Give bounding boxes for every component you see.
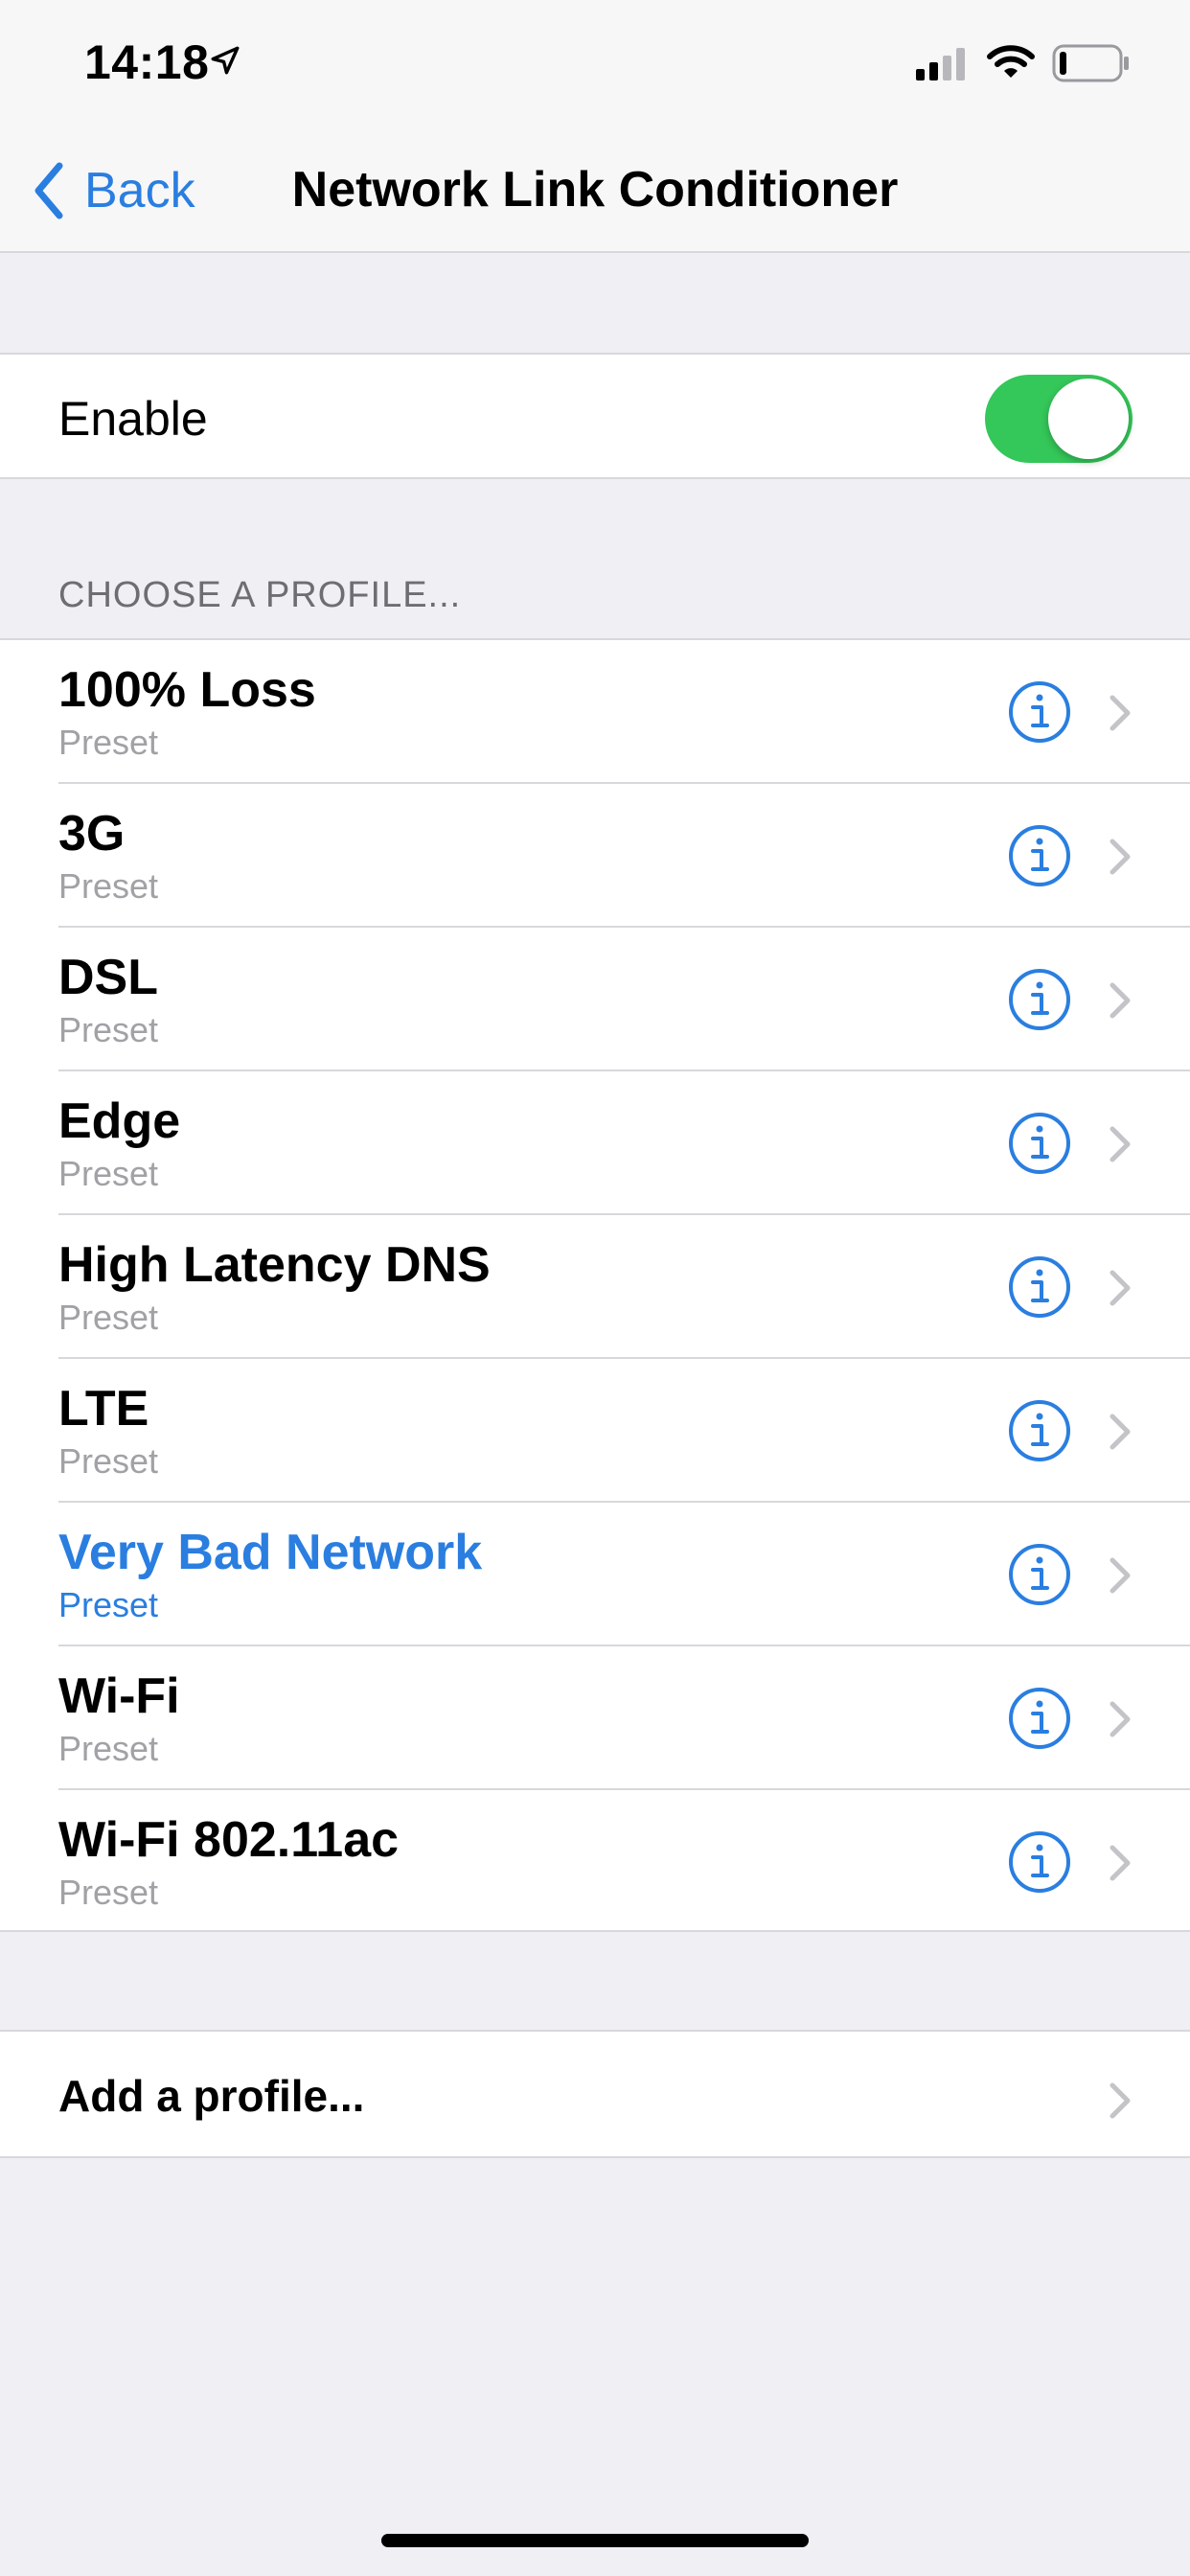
add-profile-row[interactable]: Add a profile... (0, 2030, 1190, 2158)
status-bar: 14:18 (0, 0, 1190, 126)
add-profile-label: Add a profile... (58, 2071, 365, 2121)
chevron-right-icon (1110, 839, 1131, 875)
profile-row[interactable]: Very Bad Network Preset (0, 1503, 1190, 1646)
profile-row[interactable]: 3G Preset (0, 784, 1190, 928)
profile-name: LTE (58, 1381, 149, 1437)
chevron-right-icon (1110, 1557, 1131, 1594)
profile-row[interactable]: Edge Preset (0, 1071, 1190, 1215)
profile-subtitle: Preset (58, 1154, 159, 1193)
profile-row[interactable]: LTE Preset (0, 1359, 1190, 1503)
chevron-right-icon (1110, 1270, 1131, 1306)
profile-row[interactable]: High Latency DNS Preset (0, 1215, 1190, 1359)
info-icon[interactable] (1008, 824, 1071, 887)
chevron-right-icon (1110, 695, 1131, 731)
chevron-right-icon (1110, 1701, 1131, 1737)
status-time: 14:18 (84, 35, 210, 89)
navigation-bar: Back Network Link Conditioner (0, 126, 1190, 253)
profile-subtitle: Preset (58, 723, 159, 762)
profile-name: DSL (58, 950, 158, 1005)
chevron-right-icon (1110, 2082, 1131, 2119)
info-icon[interactable] (1008, 680, 1071, 744)
enable-label: Enable (58, 392, 208, 446)
profile-row[interactable]: Wi-Fi Preset (0, 1646, 1190, 1790)
info-icon[interactable] (1008, 968, 1071, 1031)
profile-row[interactable]: DSL Preset (0, 928, 1190, 1071)
location-arrow-icon (211, 46, 240, 75)
cellular-signal-icon (916, 48, 965, 80)
profile-name: Edge (58, 1093, 181, 1149)
chevron-right-icon (1110, 1126, 1131, 1162)
profile-subtitle: Preset (58, 1010, 159, 1049)
profile-name: High Latency DNS (58, 1237, 491, 1293)
info-icon[interactable] (1008, 1255, 1071, 1319)
enable-toggle[interactable] (985, 375, 1133, 463)
info-icon[interactable] (1008, 1112, 1071, 1175)
profile-subtitle: Preset (58, 1585, 159, 1624)
chevron-right-icon (1110, 1414, 1131, 1450)
page-title: Network Link Conditioner (291, 162, 899, 218)
chevron-right-icon (1110, 982, 1131, 1019)
profile-name: 3G (58, 806, 126, 862)
chevron-right-icon (1110, 1845, 1131, 1881)
profile-subtitle: Preset (58, 866, 159, 906)
home-indicator (381, 2534, 809, 2547)
info-icon[interactable] (1008, 1543, 1071, 1606)
profile-subtitle: Preset (58, 1729, 159, 1768)
info-icon[interactable] (1008, 1830, 1071, 1894)
profile-row[interactable]: Wi-Fi 802.11ac Preset (0, 1790, 1190, 1934)
battery-icon (1052, 44, 1129, 82)
profile-subtitle: Preset (58, 1873, 159, 1912)
profile-name: Very Bad Network (58, 1525, 483, 1580)
info-icon[interactable] (1008, 1687, 1071, 1750)
profile-name: 100% Loss (58, 662, 316, 718)
info-icon[interactable] (1008, 1399, 1071, 1462)
profile-name: Wi-Fi 802.11ac (58, 1812, 400, 1868)
profile-name: Wi-Fi (58, 1668, 180, 1724)
enable-row: Enable (0, 353, 1190, 479)
section-header: CHOOSE A PROFILE... (58, 575, 462, 615)
toggle-knob (1048, 379, 1129, 459)
profiles-list: 100% Loss Preset 3G Preset DSL Preset Edge Pres… (0, 638, 1190, 1932)
profile-subtitle: Preset (58, 1441, 159, 1481)
profile-subtitle: Preset (58, 1298, 159, 1337)
wifi-icon (987, 45, 1035, 78)
profile-row[interactable]: 100% Loss Preset (0, 640, 1190, 784)
